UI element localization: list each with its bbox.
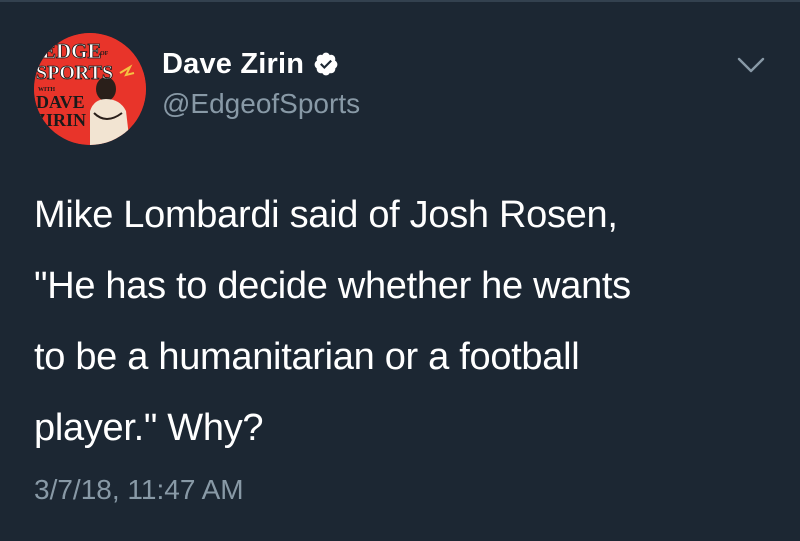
avatar-logo: EDGE OF SPORTS WITH DAVE ZIRIN bbox=[34, 33, 146, 145]
avatar-text-dave: DAVE bbox=[36, 92, 85, 112]
tweet-text: Mike Lombardi said of Josh Rosen, "He ha… bbox=[34, 180, 754, 464]
user-handle[interactable]: @EdgeofSports bbox=[162, 88, 360, 120]
avatar-text-sports: SPORTS bbox=[36, 62, 113, 84]
tweet-timestamp[interactable]: 3/7/18, 11:47 AM bbox=[34, 474, 244, 506]
tweet-text-line: to be a humanitarian or a football bbox=[34, 336, 580, 378]
top-divider bbox=[0, 0, 800, 2]
chevron-down-icon[interactable] bbox=[734, 53, 768, 77]
tweet-text-line: "He has to decide whether he wants bbox=[34, 265, 631, 307]
display-name[interactable]: Dave Zirin bbox=[162, 48, 304, 81]
tweet-text-line: Mike Lombardi said of Josh Rosen, bbox=[34, 194, 618, 236]
avatar-text-zirin: ZIRIN bbox=[34, 110, 86, 130]
author-block: Dave Zirin @EdgeofSports bbox=[162, 44, 360, 120]
avatar[interactable]: EDGE OF SPORTS WITH DAVE ZIRIN bbox=[34, 33, 146, 145]
tweet-card: EDGE OF SPORTS WITH DAVE ZIRIN Dave Ziri… bbox=[0, 0, 800, 541]
name-row: Dave Zirin bbox=[162, 44, 360, 84]
avatar-text-of: OF bbox=[100, 51, 109, 57]
verified-badge-icon bbox=[313, 51, 339, 77]
tweet-text-line: player." Why? bbox=[34, 407, 264, 449]
avatar-text-edge: EDGE bbox=[42, 39, 102, 63]
